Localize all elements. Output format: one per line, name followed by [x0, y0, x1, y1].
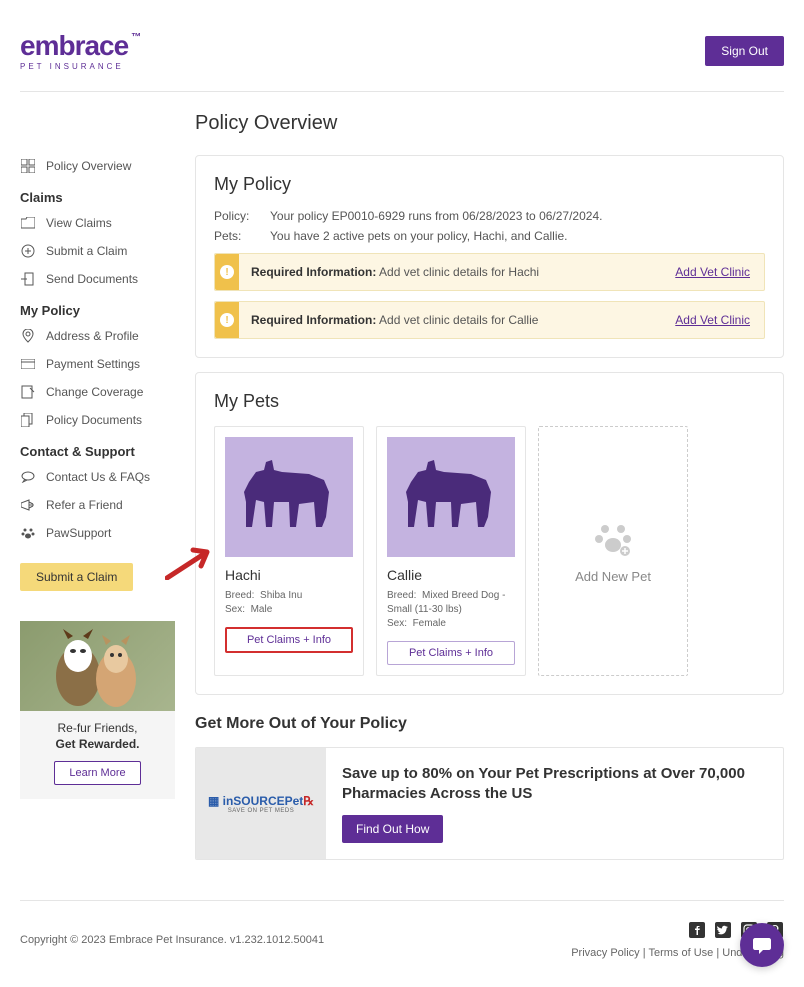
grid-icon [20, 158, 36, 174]
pet-image [225, 437, 353, 557]
privacy-link[interactable]: Privacy Policy [571, 947, 639, 959]
promo-title: Save up to 80% on Your Pet Prescriptions… [342, 764, 767, 803]
promo-image [20, 621, 175, 711]
sidebar-head-support: Contact & Support [20, 444, 175, 459]
refer-promo-card: Re-fur Friends, Get Rewarded. Learn More [20, 621, 175, 799]
sidebar-item-label: Send Documents [46, 272, 138, 286]
content: Policy Overview My Policy Policy: Your p… [195, 112, 784, 860]
submit-claim-button[interactable]: Submit a Claim [20, 563, 133, 591]
sidebar-item-label: Policy Documents [46, 413, 142, 427]
sidebar-item-label: Address & Profile [46, 329, 139, 343]
alert-text: Required Information: Add vet clinic det… [251, 313, 663, 327]
chat-icon [20, 469, 36, 485]
sidebar-item-label: View Claims [46, 216, 112, 230]
sidebar-item-view-claims[interactable]: View Claims [20, 209, 175, 237]
location-icon [20, 328, 36, 344]
add-vet-clinic-link[interactable]: Add Vet Clinic [675, 313, 750, 327]
sidebar-head-mypolicy: My Policy [20, 303, 175, 318]
pet-name: Callie [387, 567, 515, 583]
dog-silhouette-icon [396, 452, 506, 542]
sidebar-head-claims: Claims [20, 190, 175, 205]
sidebar-item-contact[interactable]: Contact Us & FAQs [20, 463, 175, 491]
sidebar-item-refer[interactable]: Refer a Friend [20, 491, 175, 519]
pet-meta: Breed: Shiba Inu Sex: Male [225, 589, 353, 617]
pets-text: You have 2 active pets on your policy, H… [270, 229, 568, 243]
get-more-title: Get More Out of Your Policy [195, 715, 784, 733]
sidebar-item-send-docs[interactable]: Send Documents [20, 265, 175, 293]
twitter-icon[interactable] [714, 921, 732, 939]
footer: Copyright © 2023 Embrace Pet Insurance. … [20, 900, 784, 979]
find-out-button[interactable]: Find Out How [342, 815, 443, 843]
policy-label: Policy: [214, 209, 256, 223]
pet-meta: Breed: Mixed Breed Dog - Small (11-30 lb… [387, 589, 515, 631]
pet-card-hachi: Hachi Breed: Shiba Inu Sex: Male Pet Cla… [214, 426, 364, 676]
alert-text: Required Information: Add vet clinic det… [251, 265, 663, 279]
terms-link[interactable]: Terms of Use [648, 947, 713, 959]
alert-callie: ! Required Information: Add vet clinic d… [214, 301, 765, 339]
add-vet-clinic-link[interactable]: Add Vet Clinic [675, 265, 750, 279]
alert-icon: ! [215, 302, 239, 338]
add-new-pet-card[interactable]: Add New Pet [538, 426, 688, 676]
sidebar-item-pawsupport[interactable]: PawSupport [20, 519, 175, 547]
pet-claims-button-callie[interactable]: Pet Claims + Info [387, 641, 515, 665]
sidebar-item-coverage[interactable]: Change Coverage [20, 378, 175, 406]
alert-hachi: ! Required Information: Add vet clinic d… [214, 253, 765, 291]
add-pet-label: Add New Pet [575, 569, 651, 584]
policy-row: Policy: Your policy EP0010-6929 runs fro… [214, 209, 765, 223]
logo-sub: PET INSURANCE [20, 62, 128, 71]
logo-main: embrace [20, 30, 128, 62]
sidebar-item-address[interactable]: Address & Profile [20, 322, 175, 350]
dog-silhouette-icon [234, 452, 344, 542]
pets-grid: Hachi Breed: Shiba Inu Sex: Male Pet Cla… [214, 426, 765, 676]
promo-line1: Re-fur Friends, [20, 721, 175, 735]
paw-icon [20, 525, 36, 541]
sidebar-item-submit-claim[interactable]: Submit a Claim [20, 237, 175, 265]
sidebar-item-label: Payment Settings [46, 357, 140, 371]
pet-name: Hachi [225, 567, 353, 583]
sidebar-item-label: Policy Overview [46, 159, 131, 173]
my-pets-card: My Pets Hachi Breed: Shiba Inu Sex: Male… [195, 372, 784, 695]
sidebar-item-overview[interactable]: Policy Overview [20, 152, 175, 180]
paw-add-icon [593, 519, 633, 559]
edit-icon [20, 384, 36, 400]
sidebar-item-payment[interactable]: Payment Settings [20, 350, 175, 378]
documents-icon [20, 412, 36, 428]
my-pets-title: My Pets [214, 391, 765, 412]
facebook-icon[interactable] [688, 921, 706, 939]
chat-bubble-icon [751, 934, 773, 956]
pets-row: Pets: You have 2 active pets on your pol… [214, 229, 765, 243]
learn-more-button[interactable]: Learn More [54, 761, 140, 785]
sidebar: Policy Overview Claims View Claims Submi… [20, 112, 175, 860]
alert-icon: ! [215, 254, 239, 290]
sign-out-button[interactable]: Sign Out [705, 36, 784, 66]
policy-text: Your policy EP0010-6929 runs from 06/28/… [270, 209, 602, 223]
header: embrace PET INSURANCE Sign Out [20, 0, 784, 92]
promo-brand-image: ▦ inSOURCEPet℞ SAVE ON PET MEDS [196, 748, 326, 859]
card-icon [20, 356, 36, 372]
pet-claims-button-hachi[interactable]: Pet Claims + Info [225, 627, 353, 653]
my-policy-card: My Policy Policy: Your policy EP0010-692… [195, 155, 784, 358]
chat-widget-button[interactable] [740, 923, 784, 967]
my-policy-title: My Policy [214, 174, 765, 195]
sidebar-item-policy-docs[interactable]: Policy Documents [20, 406, 175, 434]
pet-image [387, 437, 515, 557]
pet-card-callie: Callie Breed: Mixed Breed Dog - Small (1… [376, 426, 526, 676]
sidebar-item-label: Refer a Friend [46, 498, 123, 512]
sidebar-item-label: Contact Us & FAQs [46, 470, 150, 484]
copyright: Copyright © 2023 Embrace Pet Insurance. … [20, 934, 324, 946]
page-title: Policy Overview [195, 112, 784, 135]
pets-label: Pets: [214, 229, 256, 243]
dogs-illustration [38, 621, 158, 711]
sidebar-item-label: PawSupport [46, 526, 111, 540]
promo-content: Save up to 80% on Your Pet Prescriptions… [326, 748, 783, 859]
document-send-icon [20, 271, 36, 287]
sidebar-item-label: Change Coverage [46, 385, 143, 399]
megaphone-icon [20, 497, 36, 513]
prescription-promo: ▦ inSOURCEPet℞ SAVE ON PET MEDS Save up … [195, 747, 784, 860]
promo-line2: Get Rewarded. [20, 737, 175, 751]
logo[interactable]: embrace PET INSURANCE [20, 30, 128, 71]
plus-circle-icon [20, 243, 36, 259]
sidebar-item-label: Submit a Claim [46, 244, 127, 258]
folder-icon [20, 215, 36, 231]
